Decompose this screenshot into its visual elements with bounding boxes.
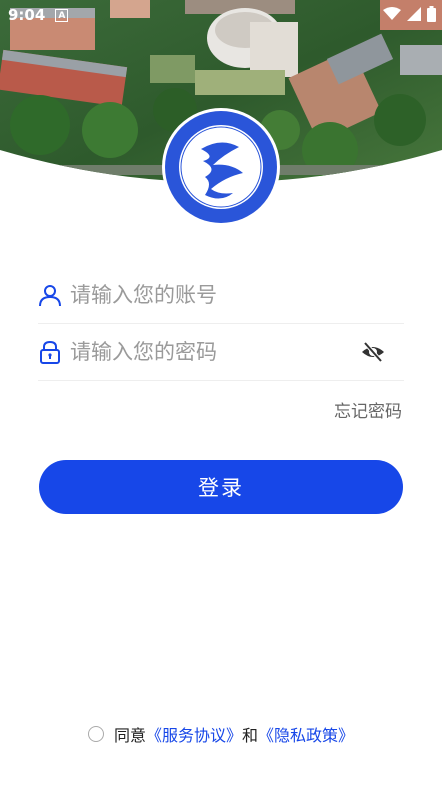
password-field[interactable] [38, 324, 404, 381]
service-agreement-link[interactable]: 《服务协议》 [146, 722, 242, 746]
agree-prefix: 同意 [113, 726, 146, 745]
battery-icon [427, 6, 436, 22]
eye-off-icon[interactable] [360, 339, 386, 365]
status-icons [383, 6, 436, 22]
account-input[interactable] [70, 275, 404, 315]
agree-checkbox[interactable] [87, 726, 104, 742]
notification-icon: A [55, 8, 69, 22]
agree-and: 和 [242, 726, 259, 745]
status-time: 9:04 [8, 6, 46, 24]
agreement-row: 同意 《服务协议》 和 《隐私政策》 [0, 722, 442, 746]
privacy-policy-link[interactable]: 《隐私政策》 [258, 722, 354, 746]
signal-icon [407, 7, 421, 21]
user-icon [39, 285, 61, 307]
lock-icon [40, 340, 60, 364]
college-logo [161, 107, 281, 227]
password-input[interactable] [70, 332, 360, 372]
forgot-password-link[interactable]: 忘记密码 [334, 397, 402, 422]
login-button[interactable]: 登录 [39, 460, 403, 514]
wifi-icon [383, 7, 401, 20]
status-bar: 9:04 A [0, 0, 442, 30]
account-field[interactable] [38, 267, 404, 324]
